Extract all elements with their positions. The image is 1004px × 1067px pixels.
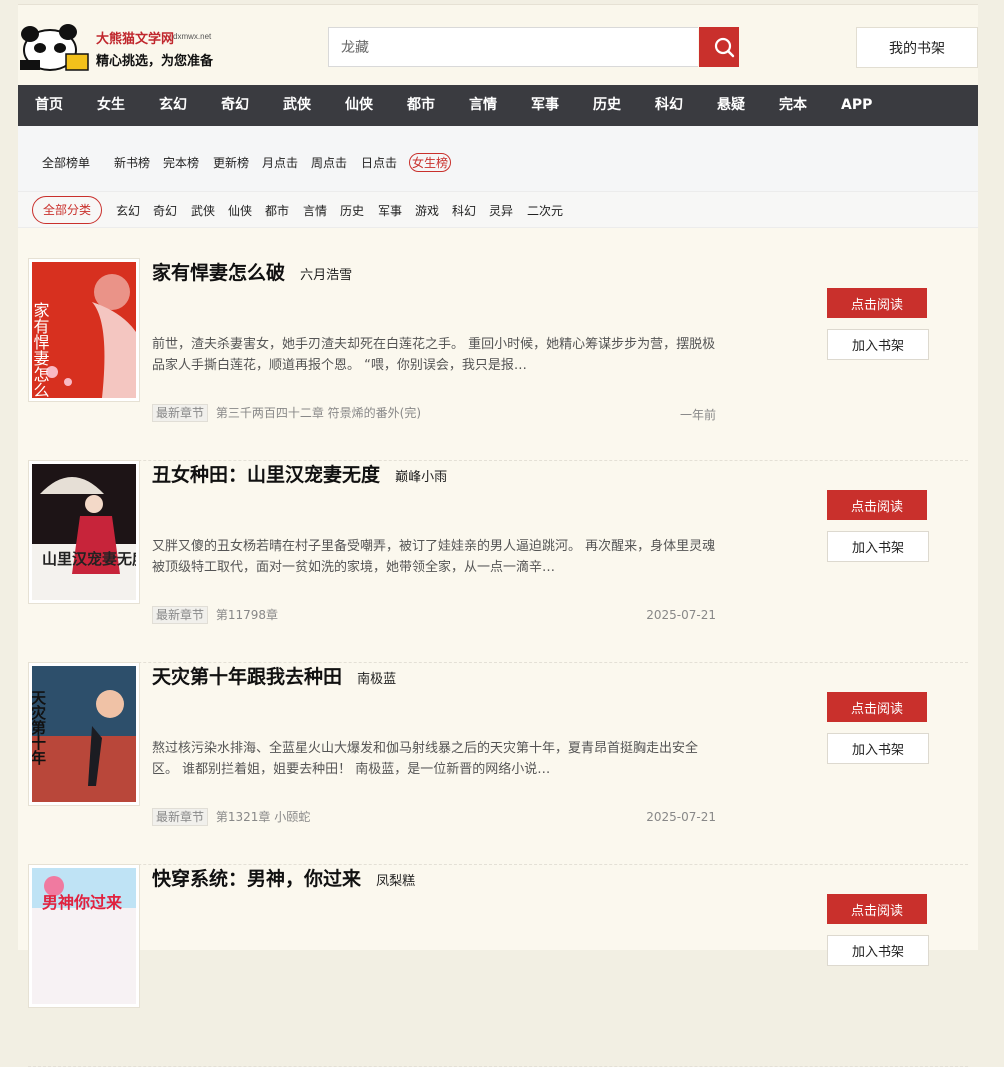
rank-tab-female[interactable]: 女生榜 — [409, 153, 452, 172]
category-item[interactable]: 灵异 — [489, 202, 513, 219]
book-cover-image: 山里汉宠妻无度 — [32, 464, 136, 600]
category-item[interactable]: 言情 — [303, 202, 327, 219]
book-title[interactable]: 丑女种田：山里汉宠妻无度 — [152, 464, 380, 486]
book-cover-image: 家有悍妻怎么破 — [32, 262, 136, 398]
category-item[interactable]: 历史 — [340, 202, 364, 219]
category-item[interactable]: 游戏 — [415, 202, 439, 219]
book-author[interactable]: 南极蓝 — [357, 672, 396, 687]
update-time: 2025-07-21 — [646, 810, 716, 824]
category-item[interactable]: 仙侠 — [228, 202, 252, 219]
book-item: 男神你过来 快穿系统：男神，你过来 凤梨糕 点击阅读 加入书架 — [28, 864, 968, 1067]
add-to-shelf-button[interactable]: 加入书架 — [827, 531, 929, 562]
main-nav: 首页 女生 玄幻 奇幻 武侠 仙侠 都市 言情 军事 历史 科幻 悬疑 完本 APP — [18, 85, 978, 126]
category-item[interactable]: 奇幻 — [153, 202, 177, 219]
my-bookshelf-button[interactable]: 我的书架 — [856, 27, 978, 68]
nav-item[interactable]: 言情 — [452, 85, 514, 126]
rank-tab-week[interactable]: 周点击 — [311, 154, 347, 171]
nav-item[interactable]: APP — [824, 85, 889, 126]
nav-item[interactable]: 首页 — [18, 85, 80, 126]
search-button[interactable] — [699, 27, 739, 67]
read-button[interactable]: 点击阅读 — [827, 288, 927, 318]
nav-item[interactable]: 都市 — [390, 85, 452, 126]
book-title-line: 快穿系统：男神，你过来 凤梨糕 — [152, 864, 415, 891]
read-button[interactable]: 点击阅读 — [827, 894, 927, 924]
cover-title-text: 天灾第十年 — [32, 690, 47, 766]
panda-icon — [20, 24, 89, 71]
book-author[interactable]: 巅峰小雨 — [395, 470, 447, 485]
latest-chapter-tag: 最新章节 — [152, 404, 209, 422]
latest-chapter: 最新章节 第1321章 小颐蛇 — [152, 808, 310, 826]
search-box — [328, 27, 739, 67]
latest-chapter: 最新章节 第11798章 — [152, 606, 278, 624]
logo-title: 大熊猫文学网 — [96, 32, 175, 47]
book-title-line: 家有悍妻怎么破 六月浩雪 — [152, 258, 352, 285]
category-all[interactable]: 全部分类 — [32, 196, 103, 224]
book-cover[interactable]: 家有悍妻怎么破 — [28, 258, 140, 402]
search-input[interactable] — [328, 27, 698, 67]
book-title[interactable]: 家有悍妻怎么破 — [152, 262, 285, 284]
book-cover-image: 天灾第十年 — [32, 666, 136, 802]
add-to-shelf-button[interactable]: 加入书架 — [827, 935, 929, 966]
update-time: 2025-07-21 — [646, 608, 716, 622]
book-title[interactable]: 天灾第十年跟我去种田 — [152, 666, 342, 688]
book-item: 天灾第十年 天灾第十年跟我去种田 南极蓝 熬过核污染水排海、全蓝星火山大爆发和伽… — [28, 662, 968, 865]
book-description: 又胖又傻的丑女杨若晴在村子里备受嘲弄，被订了娃娃亲的男人逼迫跳河。 再次醒来，身… — [152, 539, 716, 575]
nav-item[interactable]: 女生 — [80, 85, 142, 126]
nav-item[interactable]: 仙侠 — [328, 85, 390, 126]
book-cover[interactable]: 男神你过来 — [28, 864, 140, 1008]
read-button[interactable]: 点击阅读 — [827, 692, 927, 722]
book-item: 山里汉宠妻无度 丑女种田：山里汉宠妻无度 巅峰小雨 又胖又傻的丑女杨若晴在村子里… — [28, 460, 968, 663]
nav-item[interactable]: 悬疑 — [700, 85, 762, 126]
rank-tab-complete[interactable]: 完本榜 — [163, 154, 199, 171]
book-author[interactable]: 凤梨糕 — [376, 874, 415, 889]
book-description: 前世，渣夫杀妻害女，她手刃渣夫却死在白莲花之手。 重回小时候，她精心筹谋步步为营… — [152, 337, 716, 373]
rank-tab-all[interactable]: 全部榜单 — [42, 154, 90, 171]
rank-tab-new[interactable]: 新书榜 — [114, 154, 150, 171]
category-item[interactable]: 武侠 — [191, 202, 215, 219]
logo-slogan: 精心挑选，为您准备 — [96, 54, 214, 69]
search-icon — [714, 37, 735, 58]
cover-title-text: 家有悍妻怎么破 — [32, 302, 50, 398]
rank-tabs: 全部榜单 新书榜 完本榜 更新榜 月点击 周点击 日点击 女生榜 — [18, 126, 978, 192]
category-item[interactable]: 军事 — [378, 202, 402, 219]
book-item: 家有悍妻怎么破 家有悍妻怎么破 六月浩雪 前世，渣夫杀妻害女，她手刃渣夫却死在白… — [28, 258, 968, 461]
rank-tab-month[interactable]: 月点击 — [262, 154, 298, 171]
latest-chapter-tag: 最新章节 — [152, 606, 209, 624]
logo-domain: dxmwx.net — [173, 32, 212, 41]
latest-chapter-link[interactable]: 第三千两百四十二章 符景烯的番外(完) — [216, 406, 421, 420]
rank-tab-update[interactable]: 更新榜 — [213, 154, 249, 171]
latest-chapter-tag: 最新章节 — [152, 808, 209, 826]
category-item[interactable]: 都市 — [265, 202, 289, 219]
latest-chapter-link[interactable]: 第11798章 — [216, 608, 278, 622]
book-title-line: 丑女种田：山里汉宠妻无度 巅峰小雨 — [152, 460, 447, 487]
nav-item[interactable]: 完本 — [762, 85, 824, 126]
nav-item[interactable]: 历史 — [576, 85, 638, 126]
book-cover[interactable]: 天灾第十年 — [28, 662, 140, 806]
category-item[interactable]: 科幻 — [452, 202, 476, 219]
rank-tab-day[interactable]: 日点击 — [361, 154, 397, 171]
latest-chapter-link[interactable]: 第1321章 小颐蛇 — [216, 810, 310, 824]
site-logo[interactable]: 大熊猫文学网 dxmwx.net 精心挑选，为您准备 — [18, 18, 218, 76]
book-author[interactable]: 六月浩雪 — [300, 268, 352, 283]
add-to-shelf-button[interactable]: 加入书架 — [827, 733, 929, 764]
book-title-line: 天灾第十年跟我去种田 南极蓝 — [152, 662, 396, 689]
cover-title-text: 男神你过来 — [42, 893, 123, 912]
category-item[interactable]: 二次元 — [527, 202, 563, 219]
category-item[interactable]: 玄幻 — [116, 202, 140, 219]
nav-item[interactable]: 科幻 — [638, 85, 700, 126]
read-button[interactable]: 点击阅读 — [827, 490, 927, 520]
update-time: 一年前 — [679, 408, 716, 422]
nav-item[interactable]: 奇幻 — [204, 85, 266, 126]
add-to-shelf-button[interactable]: 加入书架 — [827, 329, 929, 360]
category-filter: 全部分类 玄幻 奇幻 武侠 仙侠 都市 言情 历史 军事 游戏 科幻 灵异 二次… — [18, 192, 978, 228]
nav-item[interactable]: 玄幻 — [142, 85, 204, 126]
nav-item[interactable]: 军事 — [514, 85, 576, 126]
nav-item[interactable]: 武侠 — [266, 85, 328, 126]
latest-chapter: 最新章节 第三千两百四十二章 符景烯的番外(完) — [152, 404, 421, 422]
cover-title-text: 山里汉宠妻无度 — [42, 550, 136, 568]
book-description: 熬过核污染水排海、全蓝星火山大爆发和伽马射线暴之后的天灾第十年，夏青昂首挺胸走出… — [152, 741, 699, 777]
book-cover-image: 男神你过来 — [32, 868, 136, 1004]
book-title[interactable]: 快穿系统：男神，你过来 — [152, 868, 361, 890]
book-cover[interactable]: 山里汉宠妻无度 — [28, 460, 140, 604]
